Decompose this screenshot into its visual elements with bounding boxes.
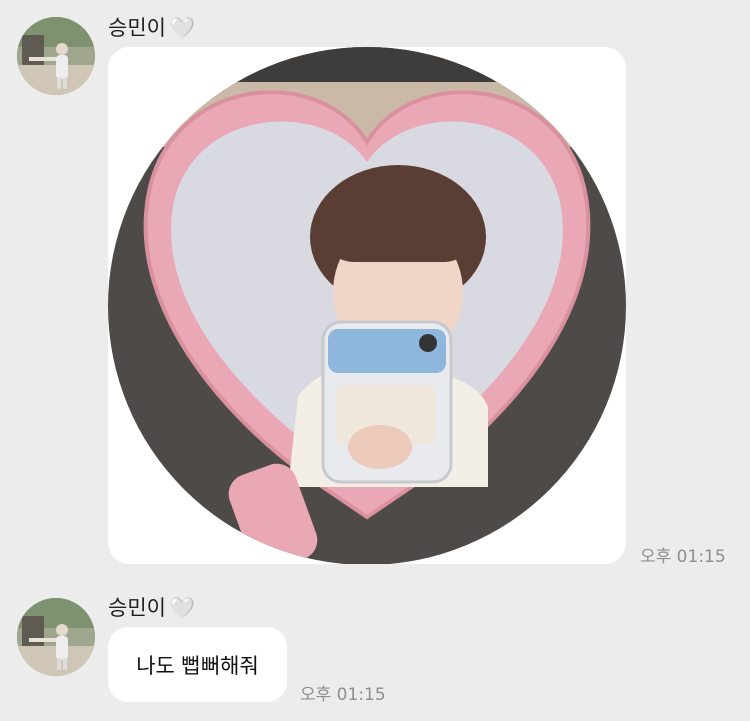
message-row: 승민이 🤍 나도 뻡뻐해줘 오후 01:15	[0, 580, 750, 721]
image-message[interactable]	[108, 47, 626, 564]
white-heart-icon: 🤍	[168, 596, 196, 620]
message-time: 오후 01:15	[300, 685, 386, 705]
avatar-photo	[17, 17, 95, 95]
avatar[interactable]	[17, 17, 95, 95]
photo-icon	[108, 47, 626, 564]
text-message[interactable]: 나도 뻡뻐해줘	[108, 627, 287, 702]
message-row: 승민이 🤍 오후 01:15	[0, 0, 750, 570]
sender-name-text: 승민이	[108, 16, 166, 40]
avatar-photo	[17, 598, 95, 676]
sender-name-text: 승민이	[108, 596, 166, 620]
message-time: 오후 01:15	[640, 547, 726, 567]
message-text: 나도 뻡뻐해줘	[136, 653, 259, 678]
sender-name: 승민이 🤍	[108, 12, 195, 42]
sender-name: 승민이 🤍	[108, 592, 195, 622]
avatar[interactable]	[17, 598, 95, 676]
white-heart-icon: 🤍	[168, 16, 196, 40]
